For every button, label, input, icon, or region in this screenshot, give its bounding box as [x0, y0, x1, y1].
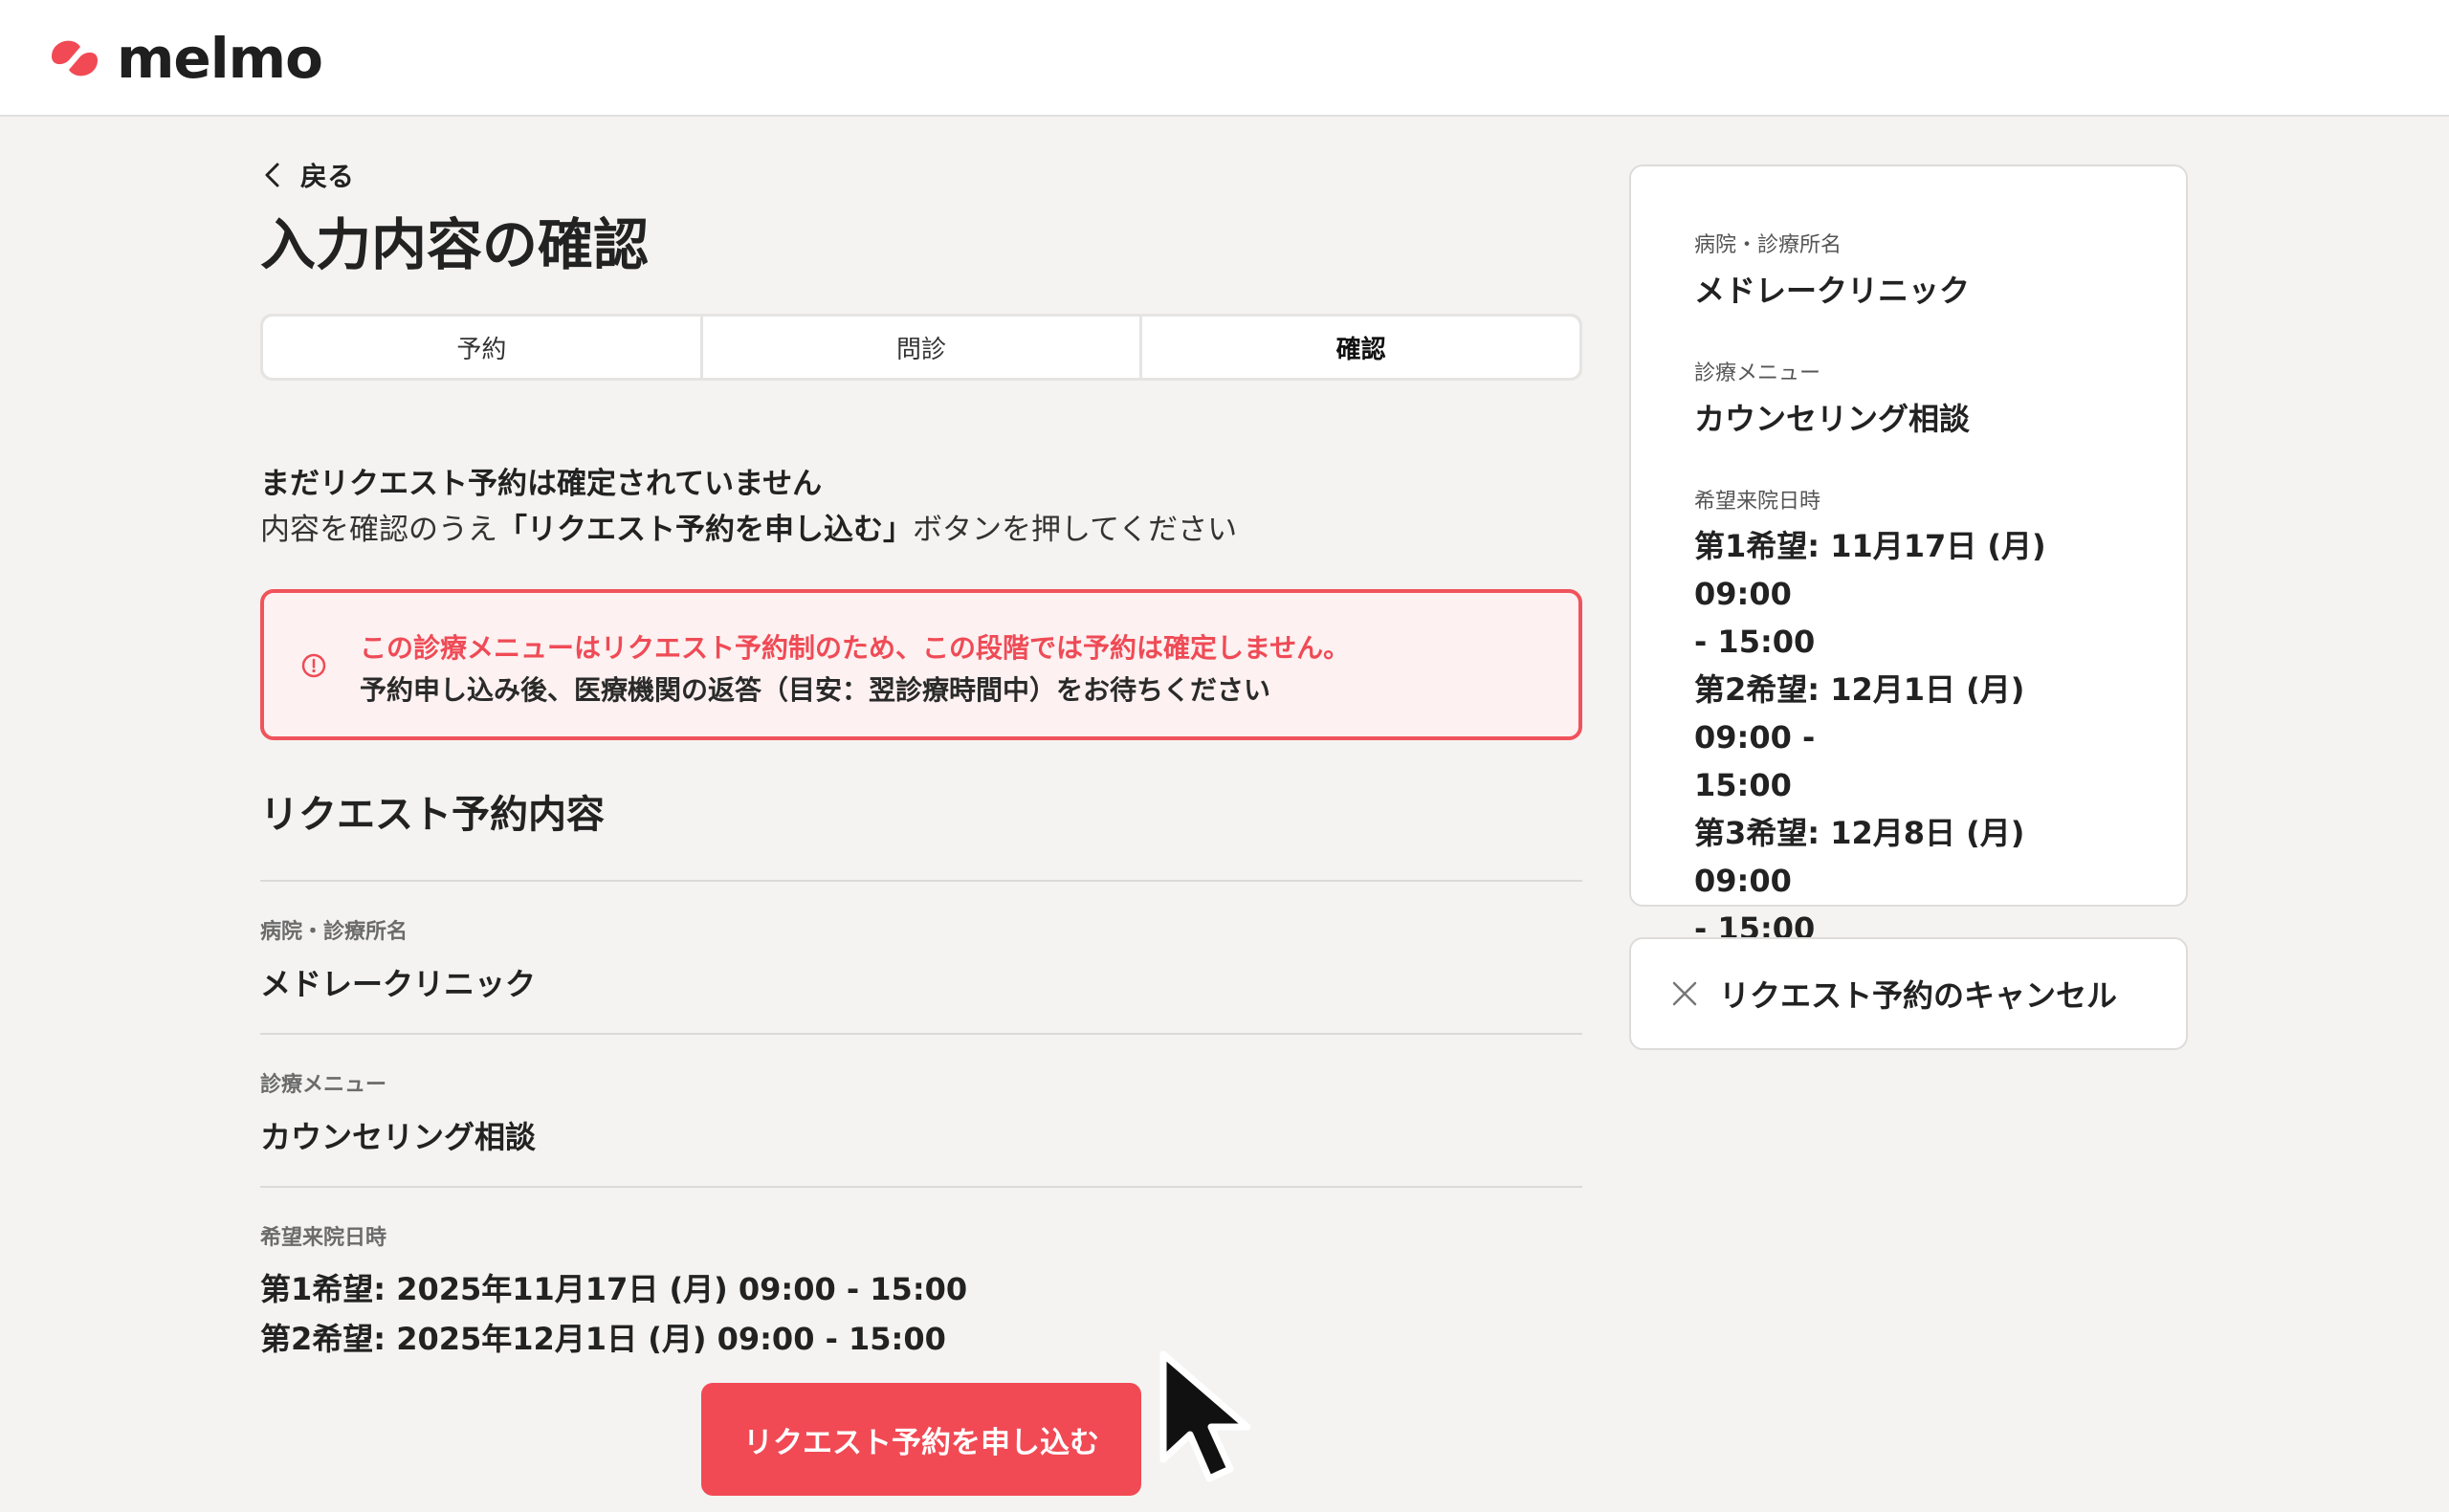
app-header: melmo [0, 0, 2449, 117]
alert-circle-icon [301, 653, 326, 678]
sidebar-date-line: 15:00 [1694, 767, 1792, 803]
back-link[interactable]: 戻る [260, 153, 394, 197]
sidebar-date-line: - 15:00 [1694, 624, 1816, 660]
notice-sub-button-ref: 「リクエスト予約を申し込む」 [497, 513, 913, 547]
request-alert: この診療メニューはリクエスト予約制のため、この段階では予約は確定しません。 予約… [260, 589, 1582, 740]
sidebar-dates-label: 希望来院日時 [1694, 490, 1821, 514]
sidebar-date-line: 第2希望: 12月1日 (月) 09:00 - [1694, 671, 2025, 756]
menu-value: カウンセリング相談 [260, 1119, 537, 1155]
notice-title: まだリクエスト予約は確定されていません [260, 467, 823, 501]
melmo-logo-mark-icon [52, 40, 98, 77]
step-indicator: 予約 問診 確認 [260, 314, 1582, 381]
sidebar-clinic-label: 病院・診療所名 [1694, 233, 1842, 257]
step-reservation: 予約 [263, 317, 700, 378]
chevron-left-icon [265, 163, 279, 187]
melmo-logo[interactable]: melmo [44, 26, 323, 91]
page-title: 入力内容の確認 [260, 212, 650, 277]
step-confirm: 確認 [1142, 317, 1580, 378]
logo-text: melmo [117, 26, 323, 91]
cancel-label: リクエスト予約のキャンセル [1719, 977, 2118, 1014]
sidebar-menu-label: 診療メニュー [1694, 362, 1821, 385]
summary-sidebar: 病院・診療所名 メドレークリニック 診療メニュー カウンセリング相談 希望来院日… [1629, 164, 2188, 947]
date-choice-2: 第2希望: 2025年12月1日 (月) 09:00 - 15:00 [260, 1321, 946, 1357]
step-questionnaire: 問診 [702, 317, 1140, 378]
sidebar-menu: 診療メニュー カウンセリング相談 [1694, 360, 2125, 442]
clinic-value: メドレークリニック [260, 966, 537, 1002]
mouse-cursor-icon [1159, 1350, 1251, 1482]
close-icon [1672, 981, 1697, 1006]
clinic-label: 病院・診療所名 [260, 920, 408, 944]
notice-sub-suffix: ボタンを押してください [913, 513, 1238, 547]
alert-message: この診療メニューはリクエスト予約制のため、この段階では予約は確定しません。 [360, 632, 1351, 664]
date-choice-1: 第1希望: 2025年11月17日 (月) 09:00 - 15:00 [260, 1271, 968, 1307]
cancel-request-button[interactable]: リクエスト予約のキャンセル [1629, 937, 2188, 1050]
sidebar-clinic: 病院・診療所名 メドレークリニック [1694, 231, 2125, 314]
menu-label: 診療メニュー [260, 1073, 387, 1097]
submit-request-button[interactable]: リクエスト予約を申し込む [701, 1383, 1141, 1496]
clinic-field: 病院・診療所名 メドレークリニック [260, 882, 1582, 1035]
notice-sub-prefix: 内容を確認のうえ [260, 513, 497, 547]
alert-instruction: 予約申し込み後、医療機関の返答（目安：翌診療時間中）をお待ちください [360, 674, 1271, 706]
sidebar-clinic-value: メドレークリニック [1694, 273, 1971, 309]
back-label: 戻る [300, 161, 355, 192]
menu-field: 診療メニュー カウンセリング相談 [260, 1035, 1582, 1188]
sidebar-menu-value: カウンセリング相談 [1694, 401, 1971, 437]
section-title: リクエスト予約内容 [260, 793, 605, 837]
dates-field: 希望来院日時 第1希望: 2025年11月17日 (月) 09:00 - 15:… [260, 1188, 1582, 1364]
sidebar-dates: 希望来院日時 第1希望: 11月17日 (月) 09:00 - 15:00 第2… [1694, 488, 2125, 953]
sidebar-date-line: 第1希望: 11月17日 (月) 09:00 [1694, 528, 2046, 612]
main-content: 戻る 入力内容の確認 予約 問診 確認 まだリクエスト予約は確定されていません … [260, 153, 1582, 1364]
sidebar-date-line: 第3希望: 12月8日 (月) 09:00 [1694, 815, 2025, 899]
dates-label: 希望来院日時 [260, 1226, 387, 1250]
notice-subtitle: 内容を確認のうえ 「リクエスト予約を申し込む」 ボタンを押してください [260, 509, 1582, 551]
